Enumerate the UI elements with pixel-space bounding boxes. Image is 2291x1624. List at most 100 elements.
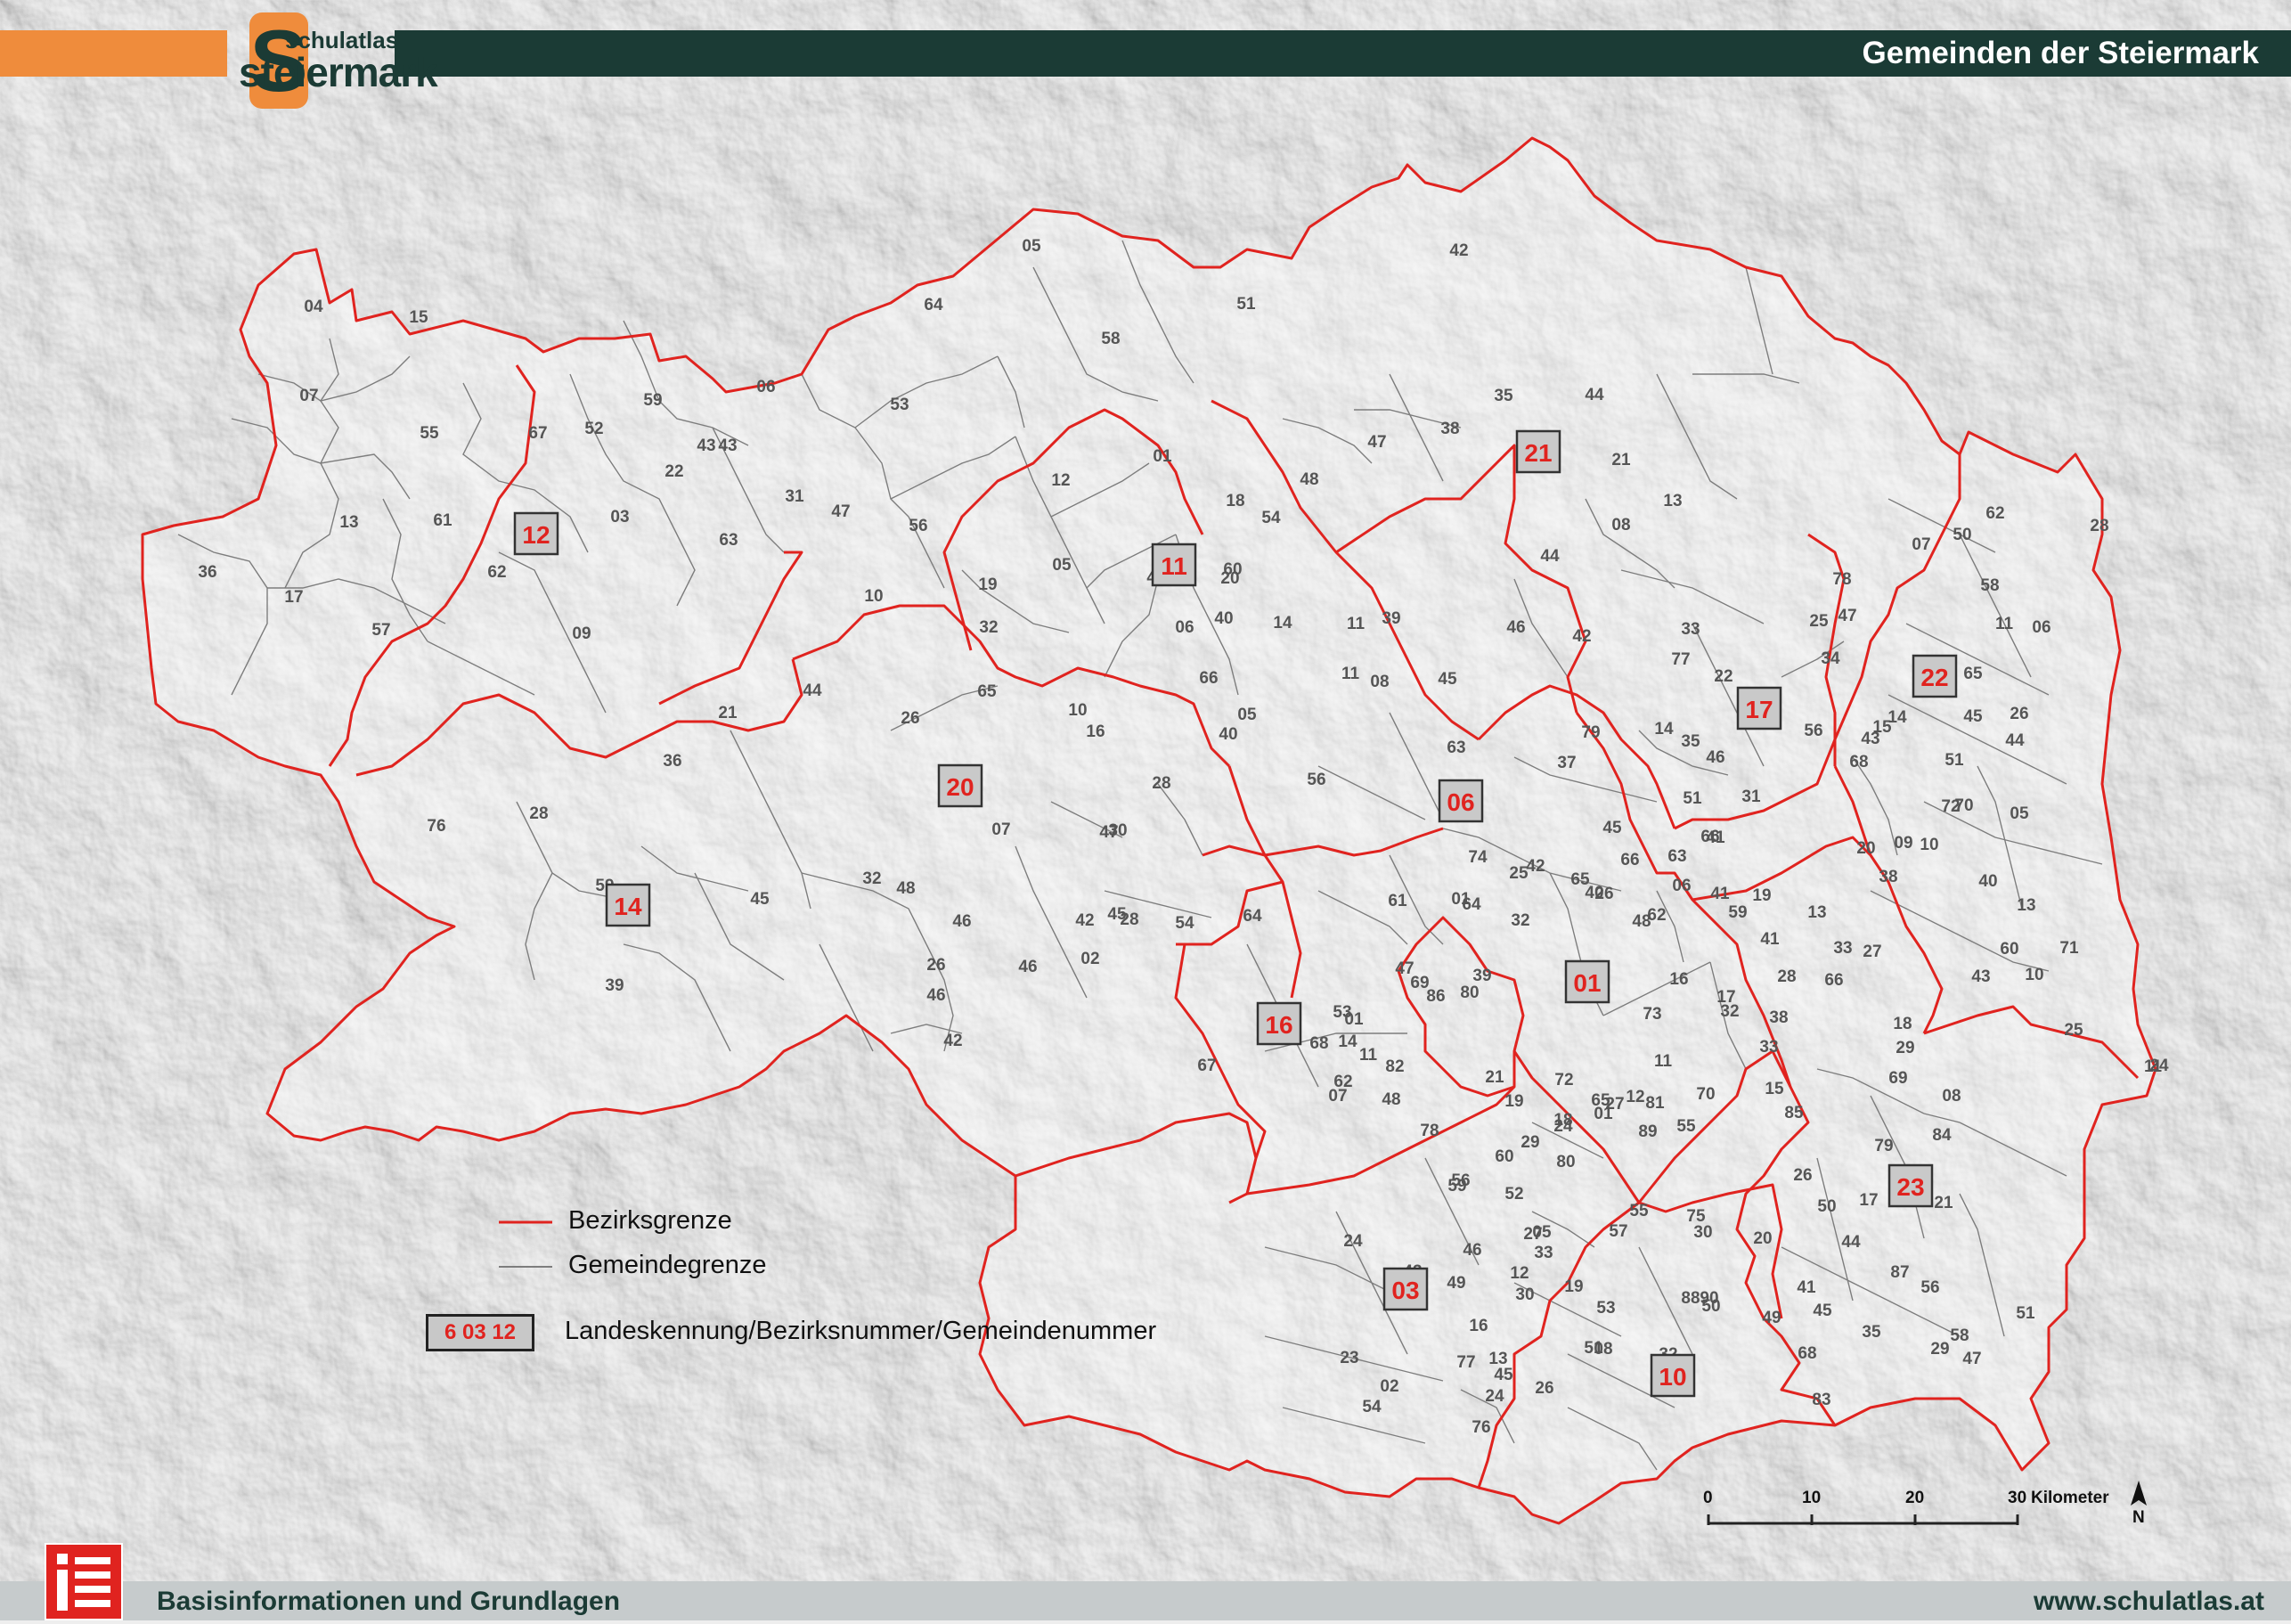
municipality-label: 07 bbox=[299, 387, 318, 405]
municipality-label: 33 bbox=[1833, 939, 1852, 958]
municipality-label: 61 bbox=[1388, 892, 1407, 910]
municipality-label: 13 bbox=[1807, 903, 1826, 922]
municipality-label: 63 bbox=[1667, 847, 1686, 866]
municipality-label: 39 bbox=[1382, 609, 1400, 628]
municipality-label: 38 bbox=[1879, 868, 1897, 886]
schulatlas-logo[interactable]: S schulatlas steiermark bbox=[230, 12, 438, 110]
municipality-label: 33 bbox=[1759, 1038, 1778, 1057]
municipality-label: 42 bbox=[943, 1032, 962, 1050]
municipality-label: 05 bbox=[1532, 1223, 1552, 1242]
municipality-label: 79 bbox=[1581, 723, 1600, 742]
municipality-label: 51 bbox=[1683, 789, 1702, 808]
municipality-label: 50 bbox=[1953, 526, 1971, 544]
municipality-label: 43 bbox=[697, 437, 715, 455]
district-label-20: 20 bbox=[937, 763, 983, 808]
municipality-label: 18 bbox=[1893, 1015, 1912, 1033]
municipality-label: 03 bbox=[610, 508, 629, 526]
municipality-label: 08 bbox=[1611, 516, 1630, 535]
district-label-17: 17 bbox=[1736, 686, 1782, 730]
district-label-22: 22 bbox=[1912, 654, 1958, 698]
municipality-label: 33 bbox=[1681, 620, 1700, 639]
municipality-label: 10 bbox=[1068, 701, 1087, 720]
municipality-label: 41 bbox=[1706, 828, 1725, 847]
scale-tick-20: 20 bbox=[1905, 1489, 1925, 1507]
north-label: N bbox=[2132, 1508, 2145, 1527]
municipality-label: 01 bbox=[1153, 447, 1172, 466]
municipality-label: 52 bbox=[584, 420, 603, 438]
footer-left-text: Basisinformationen und Grundlagen bbox=[157, 1587, 621, 1616]
municipality-label: 32 bbox=[1720, 1002, 1739, 1021]
municipality-label: 70 bbox=[1696, 1085, 1715, 1104]
municipality-label: 59 bbox=[643, 391, 662, 410]
municipality-label: 24 bbox=[1485, 1387, 1504, 1406]
municipality-label: 76 bbox=[1472, 1418, 1490, 1437]
municipality-label: 78 bbox=[1420, 1122, 1439, 1140]
municipality-label: 51 bbox=[1236, 295, 1256, 314]
municipality-label: 50 bbox=[1817, 1197, 1836, 1216]
municipality-label: 51 bbox=[2016, 1304, 2035, 1323]
municipality-label: 56 bbox=[1804, 722, 1822, 740]
municipality-label: 29 bbox=[1521, 1133, 1539, 1152]
municipality-label: 88 bbox=[1681, 1289, 1700, 1308]
municipality-label: 21 bbox=[1611, 451, 1631, 469]
municipality-label: 23 bbox=[1340, 1349, 1358, 1367]
municipality-label: 11 bbox=[1654, 1052, 1673, 1071]
district-label-21: 21 bbox=[1515, 429, 1561, 474]
municipality-label: 64 bbox=[1243, 907, 1262, 926]
municipality-label: 52 bbox=[1504, 1185, 1523, 1204]
municipality-label: 06 bbox=[1672, 877, 1691, 895]
district-label-text: 11 bbox=[1161, 552, 1187, 580]
municipality-label: 54 bbox=[1175, 914, 1194, 933]
footer-link[interactable]: www.schulatlas.at bbox=[2034, 1587, 2264, 1617]
municipality-label: 30 bbox=[1108, 821, 1127, 840]
municipality-label: 39 bbox=[1472, 967, 1491, 985]
municipality-label: 19 bbox=[1504, 1092, 1523, 1111]
municipality-label: 73 bbox=[1643, 1005, 1661, 1024]
district-label-text: 23 bbox=[1896, 1173, 1924, 1201]
municipality-label: 08 bbox=[1942, 1087, 1961, 1106]
legend-swatches bbox=[499, 1220, 552, 1268]
municipality-label: 45 bbox=[1494, 1366, 1513, 1384]
municipality-label: 29 bbox=[1930, 1340, 1949, 1359]
municipality-label: 26 bbox=[1793, 1166, 1812, 1185]
municipality-label: 01 bbox=[1451, 890, 1471, 909]
municipality-label: 17 bbox=[284, 588, 303, 607]
municipality-label: 39 bbox=[605, 976, 624, 995]
municipality-label: 58 bbox=[1950, 1326, 1969, 1345]
municipality-label: 37 bbox=[1557, 754, 1576, 772]
municipality-label: 12 bbox=[1510, 1264, 1529, 1283]
municipality-label: 04 bbox=[304, 298, 323, 316]
municipality-label: 29 bbox=[1896, 1039, 1914, 1057]
logo-big-text: steiermark bbox=[239, 49, 438, 95]
district-label-text: 16 bbox=[1265, 1011, 1292, 1039]
municipality-label: 36 bbox=[198, 563, 216, 582]
municipality-label: 07 bbox=[1328, 1087, 1347, 1106]
municipality-label: 20 bbox=[1856, 839, 1875, 858]
municipality-label: 43 bbox=[1971, 967, 1990, 986]
district-label-14: 14 bbox=[605, 883, 651, 927]
municipality-label: 63 bbox=[1447, 739, 1465, 757]
municipality-label: 26 bbox=[1535, 1379, 1553, 1398]
municipality-label: 60 bbox=[1495, 1147, 1513, 1166]
municipality-label: 46 bbox=[1018, 958, 1037, 976]
municipality-label: 42 bbox=[1075, 911, 1094, 930]
municipality-label: 28 bbox=[1120, 910, 1138, 929]
municipality-label: 13 bbox=[339, 513, 358, 532]
legend-code-sample: 6 03 12 bbox=[426, 1314, 534, 1351]
municipality-label: 47 bbox=[831, 502, 850, 521]
municipality-label: 45 bbox=[750, 890, 770, 909]
municipality-label: 35 bbox=[1494, 387, 1513, 405]
municipality-label: 10 bbox=[2025, 966, 2043, 984]
municipality-label: 31 bbox=[785, 487, 804, 506]
municipality-label: 41 bbox=[1710, 885, 1730, 903]
municipality-label: 55 bbox=[1629, 1202, 1649, 1220]
map-canvas: 04 15 05 64 51 42 44 58 07 55 59 06 53 43 31 67 52 43 22 35… bbox=[141, 136, 2169, 1525]
municipality-label: 54 bbox=[1261, 509, 1281, 527]
municipality-label: 49 bbox=[1762, 1309, 1781, 1327]
north-arrow-icon bbox=[2131, 1481, 2147, 1506]
municipality-label: 24 bbox=[1553, 1117, 1573, 1136]
district-label-23: 23 bbox=[1887, 1163, 1934, 1208]
district-label-text: 22 bbox=[1920, 664, 1948, 691]
municipality-label: 30 bbox=[1515, 1285, 1534, 1304]
municipality-label: 53 bbox=[1333, 1003, 1351, 1022]
